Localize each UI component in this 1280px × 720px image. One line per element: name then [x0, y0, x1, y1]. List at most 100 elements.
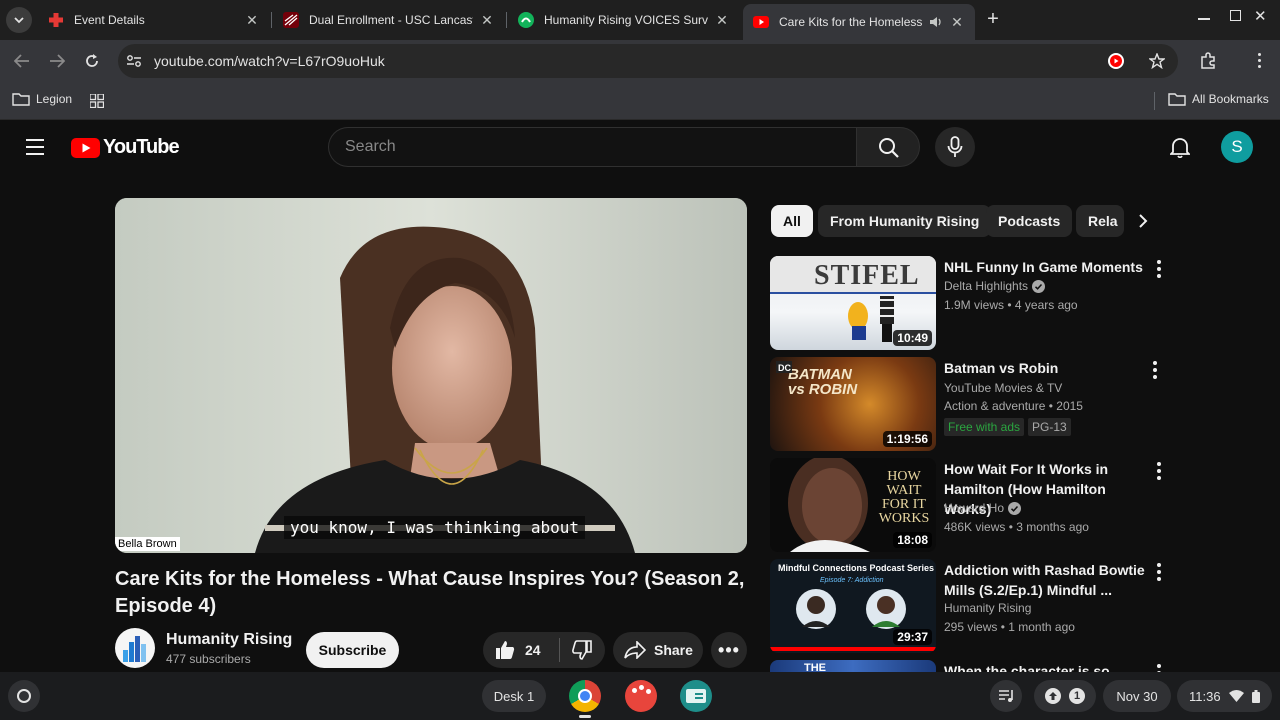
share-label: Share [654, 642, 693, 658]
chip-all[interactable]: All [771, 205, 813, 237]
more-actions-button[interactable]: ••• [711, 632, 747, 668]
usc-logo-icon [283, 12, 299, 28]
bookmark-star-icon[interactable] [1149, 53, 1165, 69]
subscribe-button[interactable]: Subscribe [306, 632, 399, 668]
notifications-pill[interactable]: 1 [1034, 680, 1096, 712]
account-avatar[interactable]: S [1221, 131, 1253, 163]
media-controls-button[interactable] [990, 680, 1022, 712]
search-button[interactable] [856, 127, 920, 167]
back-arrow-icon[interactable] [14, 54, 30, 68]
channel-avatar[interactable] [115, 628, 155, 668]
video-thumbnail[interactable]: HOW WAIT FOR IT WORKS 18:08 [770, 458, 936, 552]
date-label: Nov 30 [1116, 688, 1158, 704]
palette-app-icon[interactable] [625, 680, 657, 712]
forward-arrow-icon[interactable] [49, 54, 65, 68]
video-meta: 1.9M views • 4 years ago [944, 298, 1078, 312]
guide-menu-button[interactable] [26, 139, 44, 155]
speaker-icon[interactable] [929, 15, 943, 29]
free-with-ads-badge: Free with ads [944, 418, 1025, 436]
recommendation-item[interactable]: STIFEL 10:49 NHL Funny In Game Moments D… [770, 256, 1170, 350]
youtube-extension-icon[interactable] [1108, 53, 1124, 69]
chrome-app-icon[interactable] [569, 680, 601, 712]
verified-check-icon [1032, 279, 1046, 293]
tab-dual-enrollment[interactable]: Dual Enrollment - USC Lancaster ✕ [273, 4, 505, 36]
notifications-bell-icon[interactable] [1170, 136, 1190, 158]
classroom-app-icon[interactable] [680, 680, 712, 712]
apps-grid-icon[interactable] [90, 94, 104, 108]
video-thumbnail[interactable]: BATMAN vs ROBIN DC 1:19:56 [770, 357, 936, 451]
video-thumbnail[interactable]: STIFEL 10:49 [770, 256, 936, 350]
video-thumbnail[interactable]: THE [770, 660, 936, 672]
thumbnail-text: BATMAN vs ROBIN [788, 366, 858, 398]
channel-name[interactable]: YouTube Movies & TV [944, 379, 1062, 397]
share-button[interactable]: Share [613, 632, 703, 668]
video-title[interactable]: When the character is so boring. [944, 661, 1154, 672]
more-options-button[interactable] [1150, 361, 1160, 382]
url-text[interactable]: youtube.com/watch?v=L67rO9uoHuk [154, 53, 385, 69]
channel-name-row[interactable]: Delta Highlights [944, 277, 1046, 295]
extensions-puzzle-icon[interactable] [1199, 52, 1217, 70]
youtube-page: YouTube Search S you know, I was thinkin… [0, 120, 1280, 672]
new-tab-button[interactable]: + [982, 8, 1004, 30]
video-thumbnail[interactable]: Mindful Connections Podcast Series Episo… [770, 559, 936, 653]
date-tray[interactable]: Nov 30 [1103, 680, 1171, 712]
more-options-button[interactable] [1154, 664, 1164, 672]
tab-care-kits[interactable]: Care Kits for the Homeless ✕ [743, 4, 975, 40]
close-icon[interactable]: ✕ [244, 12, 260, 29]
bookmark-folder-legion[interactable]: Legion [12, 92, 72, 106]
more-options-button[interactable] [1154, 563, 1164, 584]
chip-label: Rela [1088, 213, 1118, 229]
video-duration: 10:49 [893, 330, 932, 346]
chip-from-humanity-rising[interactable]: From Humanity Rising [818, 205, 992, 237]
channel-name[interactable]: Humanity Rising [944, 599, 1031, 617]
more-options-button[interactable] [1154, 462, 1164, 483]
search-icon [879, 138, 899, 158]
caption-text: you know, I was thinking about [290, 518, 579, 537]
recommendation-item[interactable]: Mindful Connections Podcast Series Episo… [770, 559, 1170, 653]
youtube-logo[interactable]: YouTube [71, 136, 180, 159]
minimize-button[interactable] [1198, 18, 1210, 20]
address-bar[interactable]: youtube.com/watch?v=L67rO9uoHuk [118, 44, 1178, 78]
video-title[interactable]: Batman vs Robin [944, 358, 1154, 378]
close-icon[interactable]: ✕ [479, 12, 495, 29]
channel-name-row[interactable]: Howard Ho [944, 499, 1022, 517]
video-meta: 486K views • 3 months ago [944, 520, 1089, 534]
video-title[interactable]: Addiction with Rashad Bowtie Mills (S.2/… [944, 560, 1154, 600]
like-button[interactable]: 24 [483, 632, 559, 668]
recommendation-item[interactable]: BATMAN vs ROBIN DC 1:19:56 Batman vs Rob… [770, 357, 1170, 451]
tab-search-button[interactable] [6, 7, 32, 33]
desk-button[interactable]: Desk 1 [482, 680, 546, 712]
chevron-down-icon [14, 17, 24, 24]
browser-menu-button[interactable] [1258, 53, 1262, 68]
close-icon[interactable]: ✕ [714, 12, 730, 29]
recommendation-item[interactable]: THE When the character is so boring. [770, 660, 1170, 672]
recommendation-item[interactable]: HOW WAIT FOR IT WORKS 18:08 How Wait For… [770, 458, 1170, 552]
voice-search-button[interactable] [935, 127, 975, 167]
chip-label: All [783, 213, 801, 229]
tab-voices-survey[interactable]: Humanity Rising VOICES Survey ✕ [508, 4, 740, 36]
site-settings-icon[interactable] [126, 54, 142, 68]
video-title[interactable]: NHL Funny In Game Moments [944, 257, 1154, 277]
desk-label: Desk 1 [493, 688, 535, 704]
status-tray[interactable]: 11:36 [1177, 680, 1272, 712]
launcher-button[interactable] [8, 680, 40, 712]
tab-event-details[interactable]: Event Details ✕ [38, 4, 270, 36]
badge-row: Free with ads PG-13 [944, 418, 1071, 436]
video-meta: 295 views • 1 month ago [944, 620, 1075, 634]
close-window-button[interactable]: ✕ [1254, 7, 1267, 25]
search-input[interactable]: Search [328, 127, 856, 167]
restore-button[interactable] [1230, 10, 1241, 21]
channel-name[interactable]: Humanity Rising [166, 631, 292, 649]
all-bookmarks-button[interactable]: All Bookmarks [1168, 92, 1269, 106]
more-options-button[interactable] [1154, 260, 1164, 281]
video-player[interactable]: you know, I was thinking about Bella Bro… [115, 198, 747, 553]
notification-count: 1 [1069, 688, 1085, 704]
more-horizontal-icon: ••• [718, 639, 740, 660]
chips-scroll-right-button[interactable] [1128, 205, 1160, 237]
chip-podcasts[interactable]: Podcasts [986, 205, 1073, 237]
close-icon[interactable]: ✕ [949, 14, 965, 31]
reload-icon[interactable] [84, 53, 100, 69]
chip-related[interactable]: Rela [1076, 205, 1124, 237]
dislike-button[interactable] [560, 632, 604, 668]
tab-title: Humanity Rising VOICES Survey [544, 13, 708, 27]
